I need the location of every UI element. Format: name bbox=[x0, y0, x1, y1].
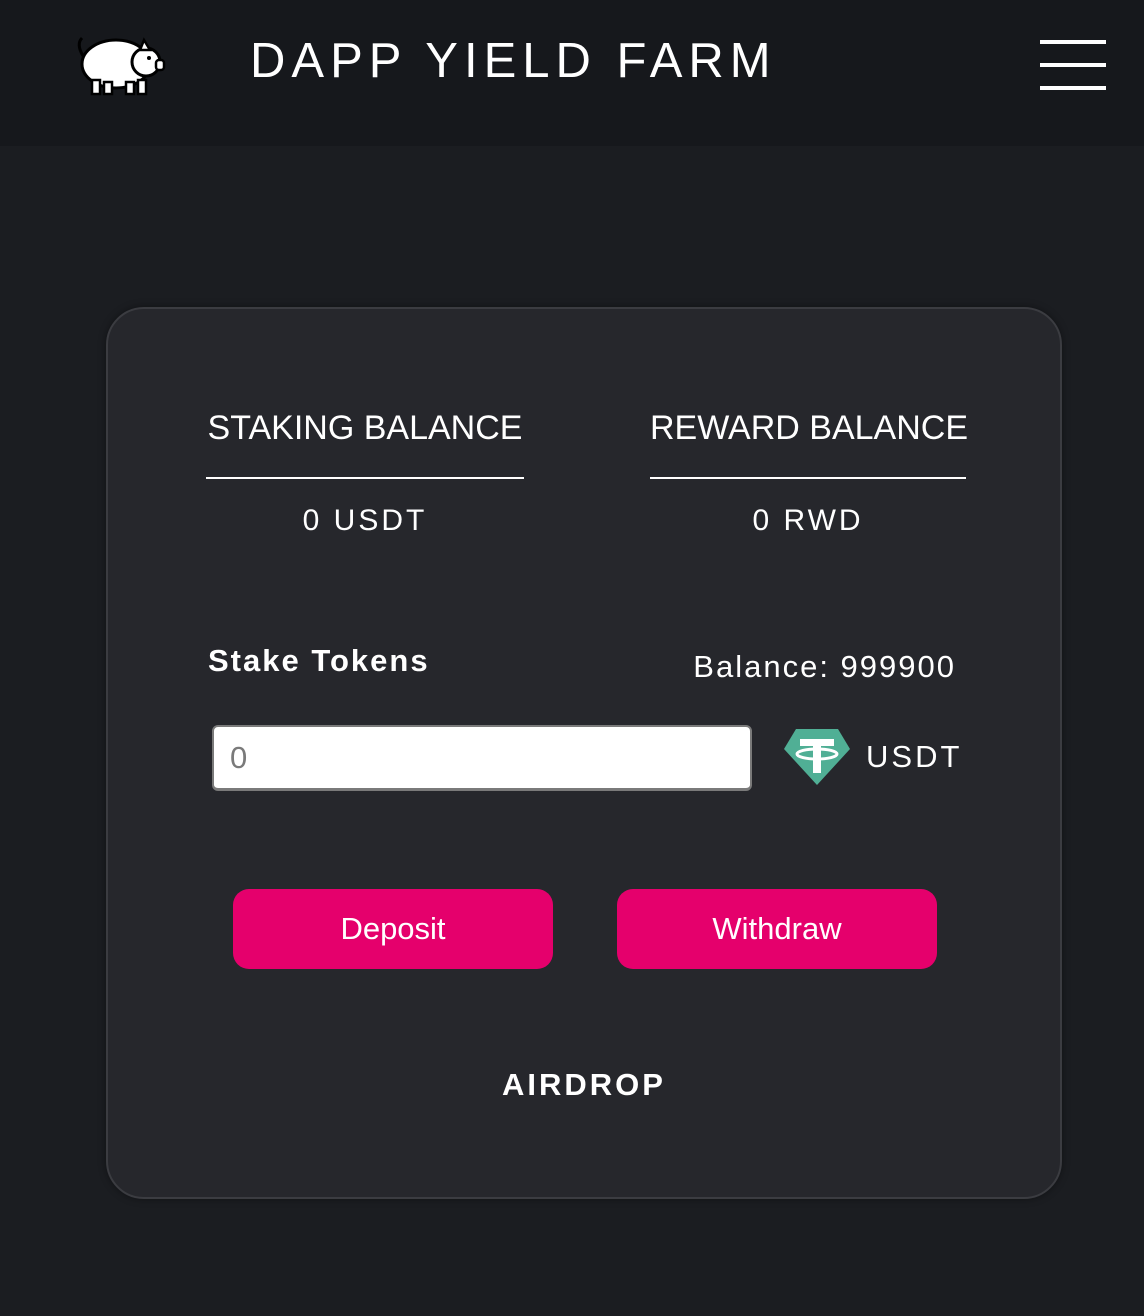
reward-balance-value: 0 RWD bbox=[752, 504, 864, 537]
menu-line bbox=[1040, 40, 1106, 44]
reward-balance-section: REWARD BALANCE 0 RWD bbox=[650, 409, 968, 539]
app-title: DAPP YIELD FARM bbox=[250, 34, 777, 88]
reward-balance-label: REWARD BALANCE bbox=[650, 409, 968, 479]
wallet-balance: Balance: 999900 bbox=[693, 649, 956, 684]
pig-icon bbox=[77, 36, 166, 96]
deposit-button[interactable]: Deposit bbox=[233, 889, 553, 969]
stake-amount-input[interactable] bbox=[212, 725, 752, 791]
airdrop-label: AIRDROP bbox=[502, 1067, 666, 1102]
tether-icon bbox=[784, 729, 850, 785]
staking-balance-label: STAKING BALANCE bbox=[206, 409, 524, 479]
staking-card: STAKING BALANCE 0 USDT REWARD BALANCE 0 … bbox=[106, 307, 1062, 1199]
menu-line bbox=[1040, 63, 1106, 67]
stake-tokens-label: Stake Tokens bbox=[208, 643, 430, 678]
menu-line bbox=[1040, 86, 1106, 90]
navbar: DAPP YIELD FARM bbox=[0, 0, 1144, 146]
withdraw-button[interactable]: Withdraw bbox=[617, 889, 937, 969]
token-label: USDT bbox=[866, 739, 963, 774]
staking-balance-value: 0 USDT bbox=[302, 504, 428, 537]
staking-balance-section: STAKING BALANCE 0 USDT bbox=[206, 409, 524, 539]
hamburger-menu-icon[interactable] bbox=[1040, 40, 1106, 92]
